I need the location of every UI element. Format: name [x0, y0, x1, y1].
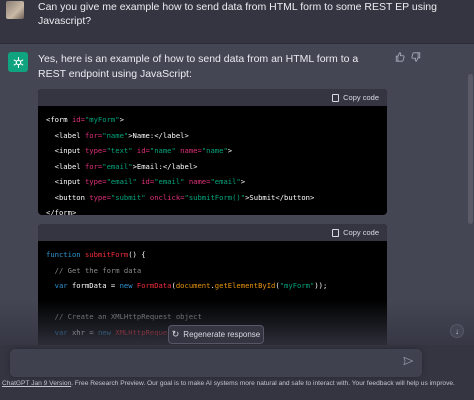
send-icon[interactable] [403, 356, 413, 369]
code-line: function submitForm() { [46, 247, 379, 263]
regenerate-response-button[interactable]: ↻ Regenerate response [168, 325, 264, 344]
composer-area: ChatGPT Jan 9 Version. Free Research Pre… [0, 345, 474, 400]
user-message-text: Can you give me example how to send data… [38, 1, 437, 27]
code-token: >Name:</label> [128, 130, 189, 140]
code-line: <input type="text" id="name" name="name"… [46, 143, 379, 159]
code-token: <form [46, 115, 72, 124]
code-token: name= [180, 146, 202, 155]
code-token: "name" [149, 146, 181, 155]
regenerate-label: Regenerate response [183, 330, 261, 339]
code-token: for= [84, 130, 103, 140]
copy-code-button[interactable]: Copy code [332, 93, 379, 102]
copy-code-label: Copy code [343, 93, 379, 102]
code-token: type= [89, 192, 111, 202]
code-token: var [54, 327, 72, 337]
code-token: <label [46, 130, 85, 140]
footer-disclaimer: ChatGPT Jan 9 Version. Free Research Pre… [2, 380, 472, 387]
code-token: "email" [102, 161, 133, 171]
code-token: new [97, 327, 116, 337]
code-token: "email" [210, 177, 241, 186]
code-line: <form id="myForm"> [46, 112, 379, 128]
code-token: submitForm [84, 250, 129, 259]
code-token: for= [84, 161, 103, 171]
code-token: >Email:</label> [132, 161, 198, 171]
version-link[interactable]: ChatGPT Jan 9 Version [2, 380, 71, 387]
clipboard-icon [332, 228, 340, 237]
code-token: FormData [136, 281, 172, 290]
openai-logo-icon [8, 52, 28, 72]
copy-code-label: Copy code [343, 228, 379, 237]
code-token: )); [314, 281, 328, 290]
code-line: var formData = new FormData(document.get… [46, 278, 379, 294]
code-line: // Create an XMLHttpRequest object [46, 309, 379, 325]
code-token: "submit" [110, 192, 150, 202]
code-token: id= [71, 115, 85, 124]
assistant-intro-text: Yes, here is an example of how to send d… [38, 53, 359, 80]
code-token: id= [136, 146, 150, 155]
arrow-down-icon: ↓ [455, 326, 459, 336]
code-block-html: Copy code <form id="myForm"> <label for=… [38, 89, 387, 215]
message-input[interactable] [10, 349, 422, 377]
copy-code-button[interactable]: Copy code [332, 228, 379, 237]
code-line: <button type="submit" onclick="submitFor… [46, 190, 379, 206]
code-token: "email" [154, 177, 189, 186]
code-token: >Submit</button> [245, 192, 315, 202]
code-token: <button [46, 192, 90, 202]
message-input-box [10, 349, 422, 377]
refresh-icon: ↻ [171, 329, 180, 339]
code-token: <label [46, 161, 85, 171]
code-token: () { [128, 250, 146, 259]
code-token: var [54, 281, 72, 290]
code-block-header: Copy code [38, 224, 387, 241]
code-token: type= [84, 146, 107, 155]
code-token: type= [84, 177, 107, 186]
thumbs-down-icon[interactable] [411, 52, 421, 65]
code-token: formData = [71, 281, 120, 290]
code-token: </form> [46, 208, 77, 215]
code-token: "name" [102, 130, 129, 140]
code-token: XMLHttpRequest [115, 327, 176, 337]
code-token: "email" [106, 177, 142, 186]
clipboard-icon [332, 93, 340, 102]
code-token: function [46, 250, 85, 259]
openai-logo-icon-svg [13, 56, 23, 68]
page-scrollbar[interactable] [468, 74, 473, 224]
code-token: name= [188, 177, 211, 186]
code-token: // Create an XMLHttpRequest object [46, 312, 202, 321]
user-avatar [6, 1, 24, 19]
code-token: id= [141, 177, 155, 186]
code-block-header: Copy code [38, 89, 387, 106]
code-token: // Get the form data [46, 265, 142, 275]
code-line: <label for="email">Email:</label> [46, 159, 379, 175]
code-token: "myForm" [84, 115, 120, 124]
code-line: <input type="email" id="email" name="ema… [46, 174, 379, 190]
code-token: > [119, 115, 124, 124]
code-token: "text" [106, 146, 137, 155]
assistant-message-row: Yes, here is an example of how to send d… [0, 44, 474, 364]
code-token: onclick= [149, 192, 185, 202]
code-token: document [175, 281, 211, 290]
code-token: xhr = [71, 327, 98, 337]
code-token: "myForm" [279, 281, 315, 290]
code-token: "submitForm()" [184, 192, 246, 202]
code-content: <form id="myForm"> <label for="name">Nam… [38, 106, 387, 215]
user-message-row: Can you give me example how to send data… [0, 0, 474, 44]
code-token: > [240, 177, 246, 186]
code-token: > [227, 146, 233, 155]
code-token: <input [46, 146, 85, 155]
scroll-down-button[interactable]: ↓ [450, 324, 464, 338]
code-line: // Get the form data [46, 263, 379, 279]
code-line: </form> [46, 205, 379, 215]
code-token: getElementById [214, 281, 276, 290]
code-token: <input [46, 177, 85, 186]
thumbs-up-icon[interactable] [395, 52, 405, 65]
code-token: new [119, 281, 137, 290]
code-token: "name" [201, 146, 228, 155]
code-line: <label for="name">Name:</label> [46, 128, 379, 144]
footer-text: . Free Research Preview. Our goal is to … [71, 380, 455, 387]
